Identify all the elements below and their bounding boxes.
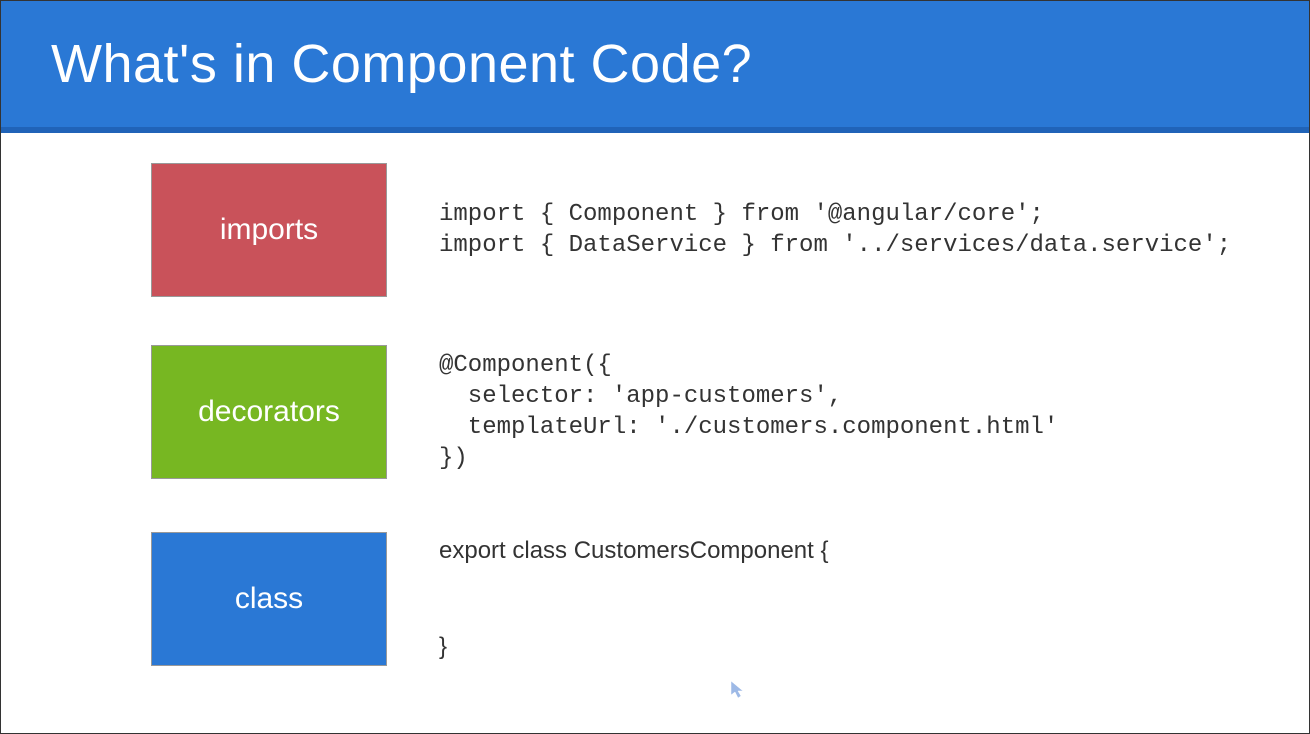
label-decorators: decorators [151,345,387,479]
section-imports: imports import { Component } from '@angu… [151,163,1259,297]
slide-title: What's in Component Code? [51,33,1259,95]
label-imports-text: imports [220,213,318,247]
label-class-text: class [235,582,303,616]
slide-header: What's in Component Code? [1,1,1309,133]
code-class: export class CustomersComponent { } [439,527,829,671]
section-class: class export class CustomersComponent { … [151,527,1259,671]
label-class: class [151,532,387,666]
code-imports: import { Component } from '@angular/core… [439,199,1231,261]
code-decorators: @Component({ selector: 'app-customers', … [439,350,1058,475]
label-imports: imports [151,163,387,297]
slide-content: imports import { Component } from '@angu… [1,133,1309,701]
section-decorators: decorators @Component({ selector: 'app-c… [151,345,1259,479]
label-decorators-text: decorators [198,395,340,429]
